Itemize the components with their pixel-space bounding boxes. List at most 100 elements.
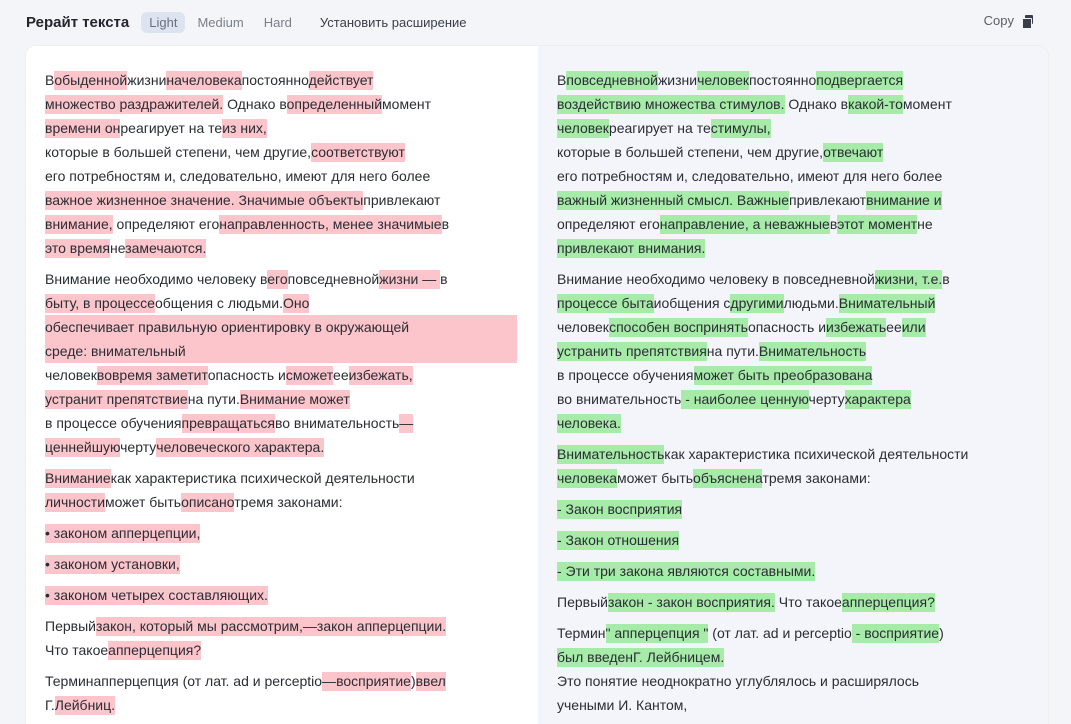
added-fragment: повседневной (566, 71, 658, 90)
rewritten-line: человекреагирует на тестимулы, (557, 116, 1048, 140)
rewritten-line: процессе бытаиобщения сдругимилюдьми.Вни… (557, 291, 1048, 315)
original-line: человеквовремя заметитопасность исможете… (45, 363, 538, 387)
text-fragment: черту (120, 439, 157, 455)
removed-fragment: среде: внимательный (45, 339, 517, 363)
added-fragment: подвергается (816, 71, 904, 90)
text-fragment: жизни (657, 72, 698, 88)
removed-fragment: из них, (222, 119, 267, 138)
added-fragment: избежать (826, 318, 887, 337)
text-fragment: Внимание необходимо человеку в (45, 271, 268, 287)
text-fragment: момент (902, 96, 952, 112)
rewritten-line: Это понятие неоднократно углублялось и р… (557, 669, 1048, 693)
added-fragment: Внимательность (557, 445, 665, 464)
added-fragment: воздействию множества стимулов. (557, 95, 785, 114)
removed-fragment: его (267, 270, 288, 289)
text-fragment: в (440, 271, 448, 287)
original-paragraph: Внимание необходимо человеку вегоповседн… (45, 267, 538, 459)
copy-icon (1022, 14, 1033, 29)
original-line: ценнейшуючертучеловеческого характера. (45, 435, 538, 459)
rewritten-line: человекаможет бытьобъясненатремя законам… (557, 466, 1048, 490)
text-fragment: в (441, 216, 450, 232)
text-fragment: во внимательность (557, 391, 682, 407)
removed-fragment: действует (308, 71, 374, 90)
original-paragraph: Первыйзакон, который мы рассмотрим,—зако… (45, 614, 538, 662)
removed-fragment: это время (45, 239, 110, 258)
rewritten-paragraph: - Закон восприятия (557, 497, 1048, 521)
removed-fragment: Лейбниц. (54, 696, 116, 715)
text-fragment: реагирует на те (120, 120, 223, 136)
original-line: Терминапперцепция (от лат. ad и percepti… (45, 669, 538, 693)
rewritten-line: Внимательностькак характеристика психиче… (557, 442, 1048, 466)
added-fragment: устранить препятствия (557, 342, 707, 361)
text-fragment: не (917, 216, 933, 232)
comparison-panel: Вобыденнойжизниначеловекапостояннодейств… (26, 46, 1048, 724)
original-text-column[interactable]: Вобыденнойжизниначеловекапостояннодейств… (26, 46, 538, 724)
original-paragraph: Вобыденнойжизниначеловекапостояннодейств… (45, 68, 538, 260)
removed-fragment: замечаются. (125, 239, 207, 258)
added-fragment: человек (697, 71, 750, 90)
text-fragment: опасность и (207, 367, 286, 383)
removed-fragment: описано (181, 493, 235, 512)
added-fragment: - Закон отношения (557, 531, 680, 550)
rewritten-line: которые в большей степени, чем другие,от… (557, 140, 1048, 164)
text-fragment: привлекают (789, 192, 867, 208)
added-fragment: человек (557, 119, 609, 138)
text-fragment: жизни (127, 72, 167, 88)
removed-fragment: множество раздражителей. (45, 95, 224, 114)
rewritten-paragraph: Внимательностькак характеристика психиче… (557, 442, 1048, 490)
removed-fragment: ввел (415, 672, 446, 691)
tab-light[interactable]: Light (141, 11, 186, 33)
text-fragment: определяют его (112, 216, 220, 232)
text-fragment: Первый (557, 594, 608, 610)
text-fragment: людьми. (783, 295, 839, 311)
text-fragment: учеными И. Кантом, (557, 697, 688, 713)
rewritten-line: воздействию множества стимулов. Однако в… (557, 92, 1048, 116)
added-fragment: привлекают внимания. (557, 239, 706, 258)
rewritten-line: - Закон отношения (557, 528, 1048, 552)
install-extension-link[interactable]: Установить расширение (320, 15, 467, 30)
original-line: которые в большей степени, чем другие,со… (45, 140, 538, 164)
added-fragment: - наиболее ценную (681, 390, 809, 409)
tab-medium[interactable]: Medium (189, 12, 251, 33)
removed-fragment: соответствуют (311, 143, 405, 162)
copy-label: Copy (983, 13, 1014, 28)
rewritten-line: Внимание необходимо человеку в повседнев… (557, 267, 1048, 291)
original-line: • законом четырех составляющих. (45, 583, 538, 607)
removed-fragment: жизни — (379, 270, 441, 289)
text-fragment: тремя законами: (234, 494, 343, 510)
removed-fragment: обеспечивает правильную ориентировку в о… (45, 315, 517, 339)
original-line: важное жизненное значение. Значимые объе… (45, 188, 538, 212)
text-fragment: ) (939, 625, 944, 641)
original-line: личностиможет бытьописанотремя законами: (45, 490, 538, 514)
text-fragment: в процессе обучения (557, 367, 694, 383)
added-fragment: может быть преобразована (693, 366, 873, 385)
rewritten-text-column[interactable]: Вповседневнойжизничеловекпостоянноподвер… (538, 46, 1048, 724)
rewritten-line: привлекают внимания. (557, 236, 1048, 260)
original-line: Что такоеапперцепция? (45, 638, 538, 662)
added-fragment: способен воспринять (609, 318, 748, 337)
removed-fragment: апперцепция? (108, 641, 202, 660)
removed-fragment: Внимание может (239, 390, 350, 409)
rewritten-line: устранить препятствияна пути.Внимательно… (557, 339, 1048, 363)
text-fragment: черту (808, 391, 845, 407)
text-fragment: в процессе обучения (45, 415, 182, 431)
text-fragment: тремя законами: (762, 470, 871, 486)
text-fragment: апперцепция (93, 673, 179, 689)
removed-fragment: Оно (282, 294, 310, 313)
added-fragment: Внимательный (838, 294, 936, 313)
text-fragment: Что такое (45, 642, 109, 658)
copy-button[interactable]: Copy (983, 13, 1033, 29)
removed-fragment: — (399, 414, 414, 433)
original-line: множество раздражителей. Однако вопредел… (45, 92, 538, 116)
original-line: среде: внимательный (45, 339, 538, 363)
rewritten-line: - Эти три закона являются составными. (557, 559, 1048, 583)
removed-fragment: важное жизненное значение. Значимые объе… (45, 191, 364, 210)
original-line: Вниманиекак характеристика психической д… (45, 466, 538, 490)
text-fragment: определяют его (557, 216, 660, 232)
text-fragment: момент (382, 96, 432, 112)
text-fragment: Что такое (774, 594, 842, 610)
text-fragment: (от лат. ad и perceptio (708, 625, 852, 641)
tab-hard[interactable]: Hard (256, 12, 300, 33)
original-line: • законом апперцепции, (45, 521, 538, 545)
added-fragment: " апперцепция " (605, 624, 709, 643)
